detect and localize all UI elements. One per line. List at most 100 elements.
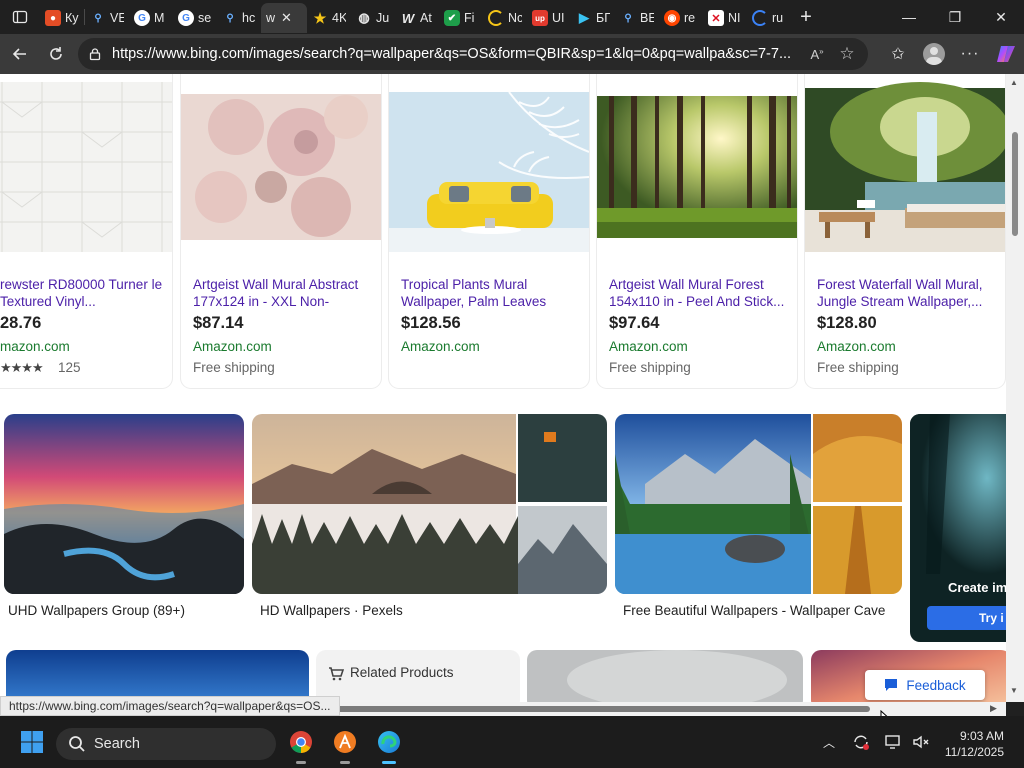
red-x-icon: ✕ (708, 10, 724, 26)
sync-icon (854, 735, 869, 750)
tab-2[interactable]: ⚲ VE (85, 3, 129, 33)
minimize-button[interactable]: — (886, 0, 932, 34)
product-image[interactable] (0, 82, 172, 252)
product-title[interactable]: Forest Waterfall Wall Mural, Jungle Stre… (817, 276, 997, 310)
product-image[interactable] (597, 82, 797, 252)
result-caption[interactable]: UHD Wallpapers Group (89+) (8, 603, 185, 618)
tab-8[interactable]: ◍ Ju (351, 3, 395, 33)
product-card[interactable]: Tropical Plants Mural Wallpaper, Palm Le… (389, 74, 589, 388)
tab-12[interactable]: up UI (527, 3, 571, 33)
chevron-up-icon: ︿ (822, 735, 835, 750)
taskbar-search[interactable]: Search (56, 728, 276, 760)
result-caption[interactable]: Free Beautiful Wallpapers - Wallpaper Ca… (623, 603, 885, 618)
scroll-up-arrow-icon[interactable]: ▲ (1010, 78, 1018, 87)
restore-icon: ❐ (948, 8, 962, 25)
vertical-scroll-thumb[interactable] (1012, 132, 1018, 236)
start-button[interactable] (16, 726, 48, 758)
back-button[interactable] (2, 36, 38, 72)
tab-label: M (154, 11, 165, 25)
settings-more-button[interactable]: ··· (952, 34, 988, 74)
product-image[interactable] (389, 82, 589, 252)
tab-5[interactable]: ⚲ hc (217, 3, 261, 33)
product-title[interactable]: Artgeist Wall Mural Abstract 177x124 in … (193, 276, 373, 310)
app-orange-icon (334, 731, 356, 753)
restore-button[interactable]: ❐ (932, 0, 978, 34)
tab-15[interactable]: ◉ re (659, 3, 703, 33)
taskbar-edge[interactable] (373, 726, 405, 764)
result-image[interactable] (615, 414, 902, 594)
window-controls: — ❐ ✕ (886, 0, 1024, 34)
result-image[interactable] (527, 650, 803, 702)
favorites-button[interactable]: ✩ (880, 34, 916, 74)
feedback-button[interactable]: Feedback (865, 670, 985, 700)
close-tab-icon[interactable]: ✕ (281, 10, 292, 26)
tab-10[interactable]: ✔ Fi (439, 3, 483, 33)
profile-button[interactable] (916, 34, 952, 74)
tab-14[interactable]: ⚲ BE (615, 3, 659, 33)
address-bar[interactable]: https://www.bing.com/images/search?q=wal… (78, 38, 868, 70)
close-window-button[interactable]: ✕ (978, 0, 1024, 34)
product-image[interactable] (181, 82, 381, 252)
read-aloud-icon[interactable]: A» (802, 47, 832, 62)
product-card[interactable]: Forest Waterfall Wall Mural, Jungle Stre… (805, 74, 1005, 388)
globe-icon: ◍ (358, 10, 370, 25)
promo-try-button[interactable]: Try i (927, 606, 1006, 630)
product-price: $97.64 (609, 314, 660, 332)
tab-label: hc (242, 11, 256, 25)
tab-4[interactable]: G se (173, 3, 217, 33)
tab-active[interactable]: w ✕ (261, 3, 307, 33)
vertical-scrollbar[interactable]: ▲ ▼ (1006, 74, 1024, 702)
url-text[interactable]: https://www.bing.com/images/search?q=wal… (112, 46, 802, 62)
network-tray-button[interactable] (880, 728, 906, 756)
search-icon: ⚲ (226, 12, 234, 24)
product-title[interactable]: Artgeist Wall Mural Forest 154x110 in - … (609, 276, 789, 310)
product-card[interactable]: rewster RD80000 Turner le Textured Vinyl… (0, 74, 172, 388)
search-icon: ⚲ (624, 12, 632, 24)
plus-icon: + (800, 5, 812, 28)
product-card[interactable]: Artgeist Wall Mural Abstract 177x124 in … (181, 74, 381, 388)
taskbar-app-orange[interactable] (329, 726, 361, 764)
tab-11[interactable]: Nc (483, 3, 527, 33)
tab-9[interactable]: W At (395, 3, 439, 33)
system-clock[interactable]: 9:03 AM 11/12/2025 (945, 728, 1004, 760)
close-icon: ✕ (995, 8, 1007, 25)
navigation-bar: https://www.bing.com/images/search?q=wal… (0, 34, 1024, 74)
related-products-panel[interactable]: Related Products (316, 650, 520, 702)
volume-tray-button[interactable] (908, 728, 934, 756)
tab-16[interactable]: ✕ NI (703, 3, 747, 33)
sync-tray-button[interactable] (848, 728, 874, 756)
minimize-icon: — (902, 9, 916, 25)
lock-icon[interactable] (78, 47, 112, 61)
product-store: Amazon.com (193, 339, 272, 354)
scroll-right-arrow-icon[interactable]: ▶ (990, 703, 997, 714)
tab-3[interactable]: G M (129, 3, 173, 33)
product-title[interactable]: rewster RD80000 Turner le Textured Vinyl… (0, 276, 170, 310)
tab-17[interactable]: ru (747, 3, 791, 33)
result-caption[interactable]: HD Wallpapers · Pexels (260, 603, 403, 618)
result-image[interactable] (6, 650, 309, 702)
result-image[interactable] (4, 414, 244, 594)
feedback-icon (885, 679, 898, 691)
favorite-star-icon[interactable]: ☆ (832, 44, 862, 64)
clock-date: 11/12/2025 (944, 745, 1004, 759)
refresh-button[interactable] (38, 36, 74, 72)
tab-13[interactable]: ▶ БГ (571, 3, 615, 33)
tab-7[interactable]: ★ 4K (307, 3, 351, 33)
show-hidden-icons-button[interactable]: ︿ (818, 728, 840, 756)
new-tab-button[interactable]: + (791, 6, 821, 29)
scroll-down-arrow-icon[interactable]: ▼ (1010, 686, 1018, 695)
copilot-button[interactable] (988, 34, 1024, 74)
star-icon: ★ (313, 9, 327, 26)
taskbar-chrome[interactable] (285, 726, 317, 764)
promo-image (910, 414, 1006, 574)
result-image[interactable] (252, 414, 607, 594)
product-price: $128.80 (817, 314, 877, 332)
tab-1[interactable]: ● Ку (40, 3, 84, 33)
product-card[interactable]: Artgeist Wall Mural Forest 154x110 in - … (597, 74, 797, 388)
product-price: $87.14 (193, 314, 244, 332)
rating-stars: ★★★★ (0, 360, 44, 375)
product-image[interactable] (805, 82, 1005, 252)
tab-actions-button[interactable] (0, 0, 40, 34)
product-title[interactable]: Tropical Plants Mural Wallpaper, Palm Le… (401, 276, 581, 310)
promo-card[interactable]: Create im Try i (910, 414, 1006, 642)
